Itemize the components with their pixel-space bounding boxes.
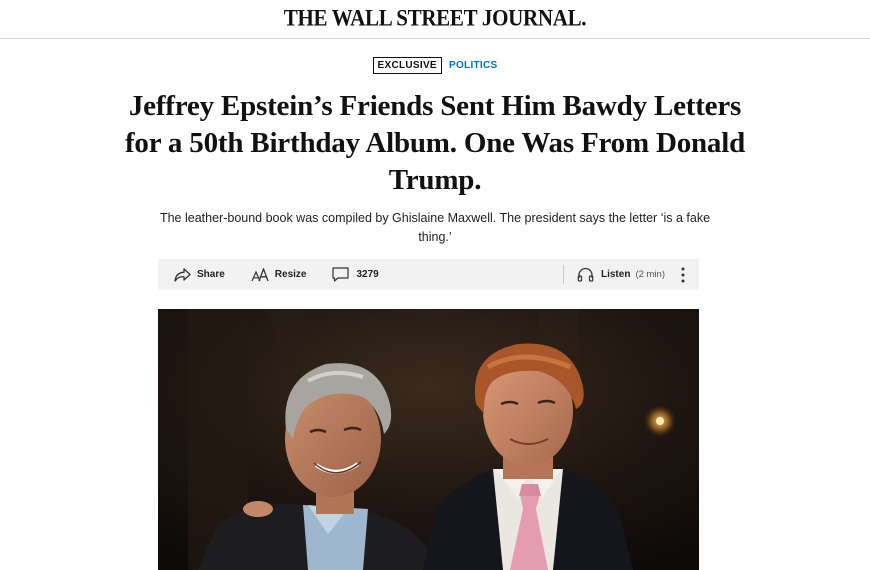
more-vertical-icon (681, 267, 685, 283)
article-photo (158, 309, 699, 570)
masthead: THE WALL STREET JOURNAL. (0, 0, 870, 39)
headphones-icon (577, 267, 594, 282)
listen-button[interactable]: Listen (2 min) (577, 259, 665, 290)
section-link-politics[interactable]: POLITICS (449, 60, 498, 71)
article-toolbar: Share Resize 3279 Listen (2 min) (158, 259, 699, 290)
article-headline: Jeffrey Epstein’s Friends Sent Him Bawdy… (124, 90, 746, 196)
comments-button[interactable]: 3279 (332, 259, 379, 290)
resize-button[interactable]: Resize (251, 259, 307, 290)
listen-duration: (2 min) (635, 269, 665, 280)
resize-icon (251, 267, 270, 282)
comment-icon (332, 267, 350, 282)
toolbar-divider (562, 265, 564, 284)
share-label: Share (197, 269, 225, 280)
share-button[interactable]: Share (174, 259, 225, 290)
exclusive-badge: EXCLUSIVE (372, 57, 442, 74)
article-dek: The leather-bound book was compiled by G… (159, 211, 711, 244)
wsj-logo[interactable]: THE WALL STREET JOURNAL. (284, 5, 587, 32)
share-icon (174, 267, 191, 282)
listen-label: Listen (600, 269, 631, 280)
resize-label: Resize (274, 269, 307, 280)
more-options-button[interactable] (681, 259, 685, 290)
comments-count: 3279 (356, 269, 379, 280)
article-flags: EXCLUSIVE POLITICS (0, 57, 870, 74)
